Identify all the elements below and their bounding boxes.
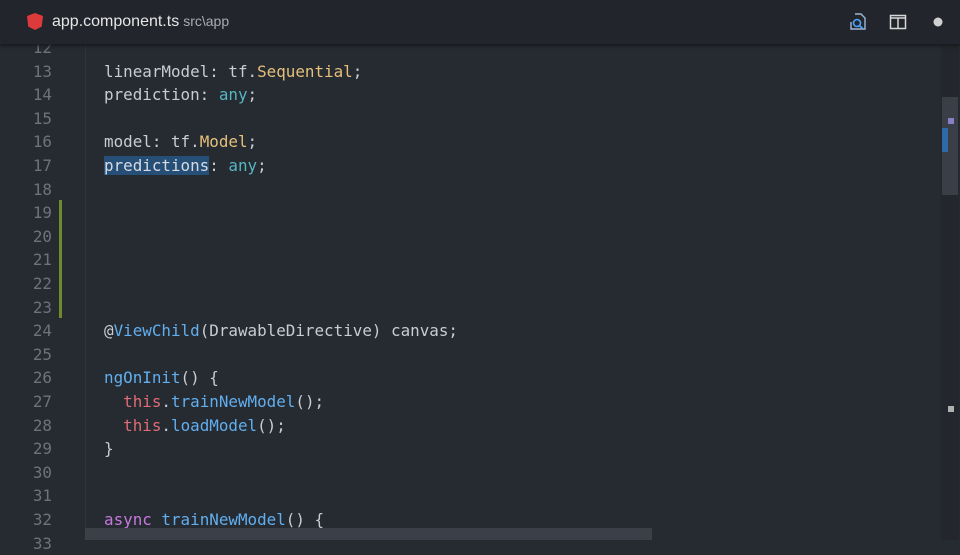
file-name: app.component.ts <box>52 13 180 30</box>
code-text: this.loadModel(); <box>104 414 286 438</box>
line-number: 31 <box>32 486 52 506</box>
code-token: () { <box>180 368 219 388</box>
code-line[interactable]: 28 this.loadModel(); <box>0 414 940 438</box>
line-number: 14 <box>32 85 52 105</box>
line-number: 27 <box>32 392 52 411</box>
code-text: ngOnInit() { <box>104 366 219 390</box>
line-number: 24 <box>32 321 52 341</box>
code-line[interactable]: 14 prediction: any; <box>0 83 940 107</box>
code-token: @ <box>104 321 114 341</box>
code-token: this <box>123 392 162 411</box>
code-line[interactable]: 21 <box>0 248 940 272</box>
split-editor-icon[interactable] <box>889 13 907 31</box>
code-token: } <box>104 439 114 459</box>
code-text: linearModel: tf.Sequential; <box>104 60 362 84</box>
code-token: async <box>104 510 152 529</box>
code-token: ; <box>257 156 267 175</box>
line-number: 25 <box>32 344 52 364</box>
line-number: 21 <box>32 250 52 270</box>
code-text: } <box>104 437 114 461</box>
minimap-selection-marker <box>942 128 948 152</box>
line-number: 29 <box>32 439 52 459</box>
line-number: 28 <box>32 415 52 435</box>
code-token: this <box>123 415 162 435</box>
line-number: 13 <box>32 61 52 81</box>
code-token: ; <box>247 85 258 105</box>
code-line[interactable]: 31 <box>0 484 940 508</box>
code-token: () { <box>285 510 325 529</box>
code-line[interactable]: 22 <box>0 272 940 296</box>
code-token: trainNewModel <box>171 392 296 411</box>
code-token: (); <box>257 415 286 435</box>
code-token: linearModel: <box>104 61 229 81</box>
code-token: loadModel <box>171 415 258 435</box>
code-token: model: <box>104 132 171 152</box>
line-number: 15 <box>32 108 52 128</box>
code-token: . <box>161 392 171 411</box>
editor-tab-header: app.component.ts src\app <box>0 0 960 44</box>
line-number: 16 <box>32 132 52 152</box>
minimap-cursor-marker <box>948 118 954 124</box>
code-text: prediction: any; <box>104 83 257 107</box>
code-token: tf. <box>170 132 200 152</box>
minimap-marker <box>948 406 954 412</box>
code-token: prediction: <box>104 85 219 105</box>
code-line[interactable]: 24 @ViewChild(DrawableDirective) canvas; <box>0 319 940 343</box>
line-number: 23 <box>32 297 52 317</box>
file-path: src\app <box>183 13 230 29</box>
code-token: trainNewModel <box>161 510 286 529</box>
line-number: 33 <box>32 533 52 553</box>
code-line[interactable]: 15 <box>0 107 940 131</box>
code-token: any <box>218 85 248 105</box>
code-token: Sequential <box>257 61 353 81</box>
code-token: any <box>228 156 258 175</box>
code-token: Model <box>199 132 248 152</box>
code-line[interactable]: 27 this.trainNewModel(); <box>0 390 940 414</box>
line-number: 18 <box>32 179 52 199</box>
code-token: (); <box>295 392 325 411</box>
code-token: tf. <box>228 61 258 81</box>
selected-token: predictions <box>104 156 210 175</box>
code-text: predictions: any; <box>104 154 267 178</box>
line-number: 26 <box>32 368 52 388</box>
code-text: model: tf.Model; <box>104 130 257 154</box>
code-text: this.trainNewModel(); <box>104 390 324 414</box>
line-number: 22 <box>32 274 52 293</box>
code-token: ViewChild <box>113 321 200 341</box>
code-line[interactable]: 20 <box>0 225 940 249</box>
code-token: ; <box>247 132 258 152</box>
code-line[interactable]: 26 ngOnInit() { <box>0 366 940 390</box>
line-number: 20 <box>32 226 52 246</box>
code-line[interactable]: 16 model: tf.Model; <box>0 130 940 154</box>
unsaved-dot-icon[interactable] <box>929 13 947 31</box>
file-tab[interactable]: app.component.ts src\app <box>52 13 229 31</box>
code-text: @ViewChild(DrawableDirective) canvas; <box>104 319 458 343</box>
angular-logo-icon <box>27 13 43 30</box>
code-line[interactable]: 17 predictions: any; <box>0 154 940 178</box>
code-line[interactable]: 19 <box>0 201 940 225</box>
line-number: 30 <box>32 462 52 482</box>
code-line[interactable]: 29} <box>0 437 940 461</box>
code-token: ngOnInit <box>104 368 181 388</box>
search-preview-icon[interactable] <box>849 13 867 31</box>
horizontal-scrollbar[interactable] <box>85 528 652 540</box>
code-token: . <box>161 415 171 435</box>
code-line[interactable]: 23 <box>0 296 940 320</box>
line-number: 19 <box>32 203 52 223</box>
code-line[interactable]: 13 linearModel: tf.Sequential; <box>0 60 940 84</box>
code-line[interactable]: 25 <box>0 343 940 367</box>
code-token: ; <box>352 61 363 81</box>
code-line[interactable]: 30 <box>0 461 940 485</box>
code-token: (DrawableDirective) canvas; <box>199 321 458 341</box>
code-line[interactable]: 18 <box>0 178 940 202</box>
line-number: 17 <box>32 156 52 175</box>
line-number: 32 <box>32 510 52 529</box>
code-token: : <box>209 156 229 175</box>
